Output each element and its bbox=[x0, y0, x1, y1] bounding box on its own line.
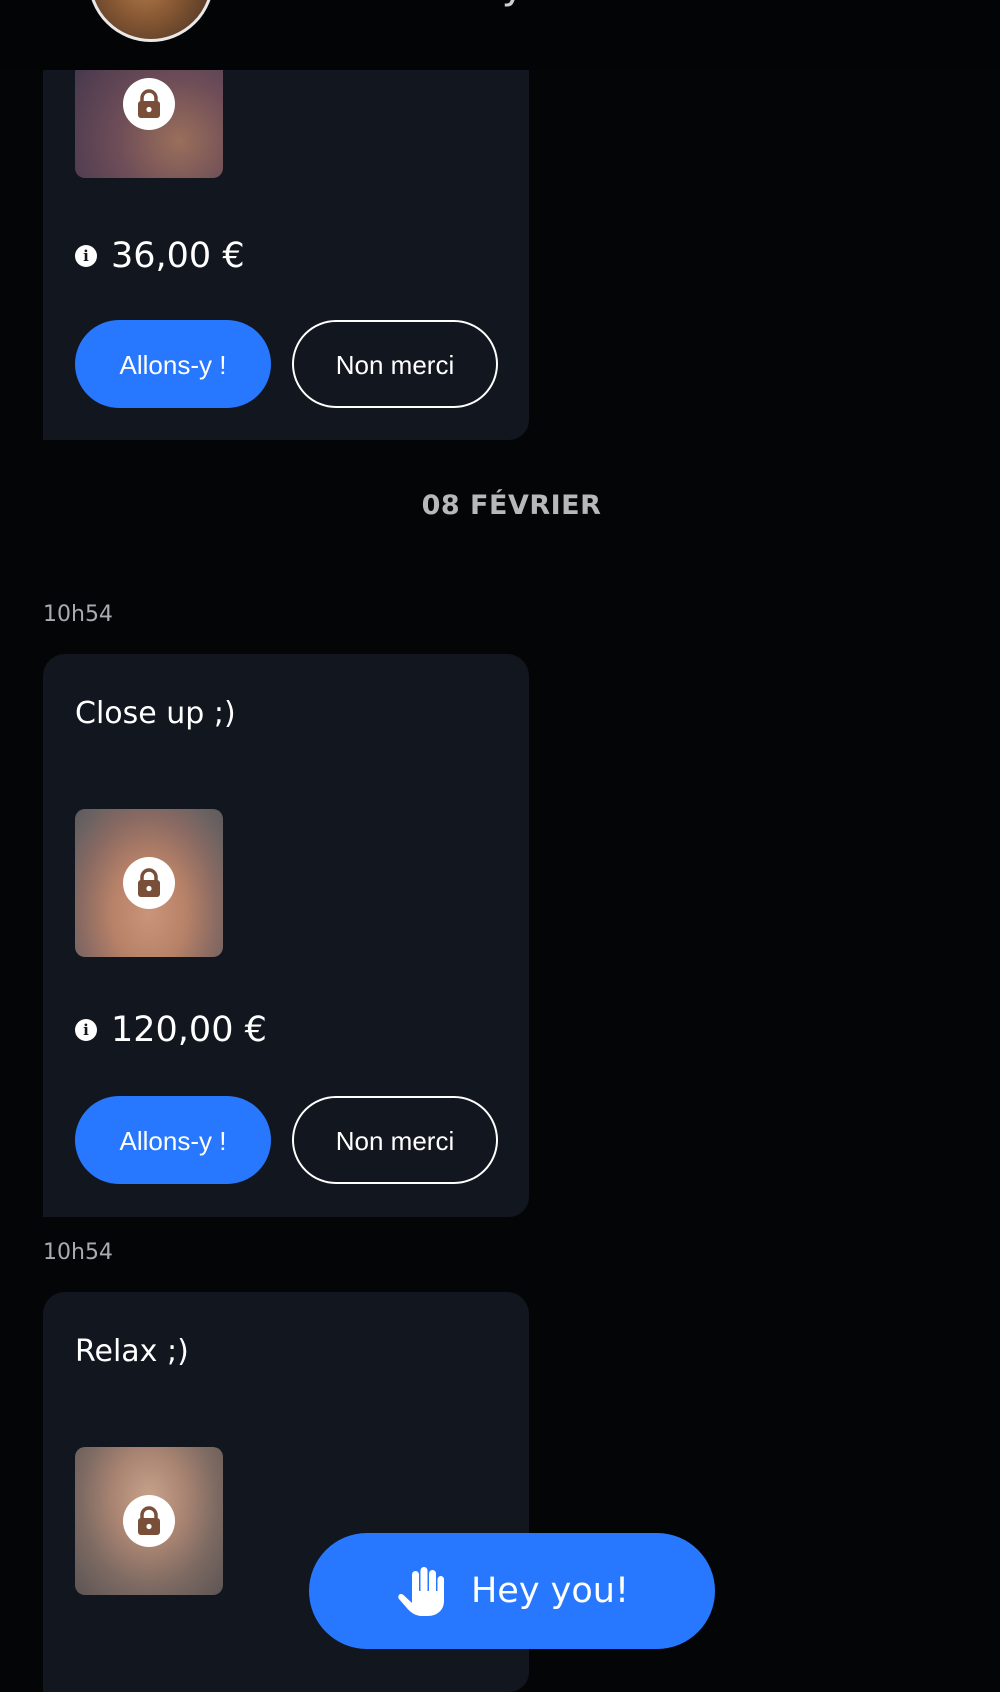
lock-icon bbox=[123, 78, 175, 130]
price: 120,00 € bbox=[111, 1010, 267, 1050]
accept-button[interactable]: Allons-y ! bbox=[75, 1096, 271, 1184]
price: 36,00 € bbox=[111, 236, 245, 276]
online-status: Connecté il y a 20 minutes bbox=[258, 0, 808, 8]
price-row: i 36,00 € bbox=[75, 236, 245, 276]
date-separator: 08 FÉVRIER bbox=[421, 490, 602, 521]
decline-button[interactable]: Non merci bbox=[292, 1096, 498, 1184]
chat-header: Connecté il y a 20 minutes bbox=[0, 0, 1000, 70]
decline-button[interactable]: Non merci bbox=[292, 320, 498, 408]
message-caption: Relax ;) bbox=[75, 1334, 189, 1369]
avatar[interactable] bbox=[88, 0, 214, 42]
price-row: i 120,00 € bbox=[75, 1010, 267, 1050]
lock-icon bbox=[123, 1495, 175, 1547]
waving-hand-icon bbox=[398, 1567, 444, 1616]
hey-you-label: Hey you! bbox=[470, 1571, 630, 1611]
hey-you-button[interactable]: Hey you! bbox=[309, 1533, 715, 1649]
lock-icon bbox=[123, 857, 175, 909]
info-icon[interactable]: i bbox=[75, 1019, 97, 1041]
message-caption: Close up ;) bbox=[75, 696, 236, 731]
paid-media-message: Close up ;) i 120,00 € Allons-y ! Non me… bbox=[43, 654, 529, 1217]
message-timestamp: 10h54 bbox=[43, 602, 113, 627]
message-timestamp: 10h54 bbox=[43, 1240, 113, 1265]
locked-media-thumbnail[interactable] bbox=[75, 809, 223, 957]
locked-media-thumbnail[interactable] bbox=[75, 1447, 223, 1595]
accept-button[interactable]: Allons-y ! bbox=[75, 320, 271, 408]
info-icon[interactable]: i bbox=[75, 245, 97, 267]
